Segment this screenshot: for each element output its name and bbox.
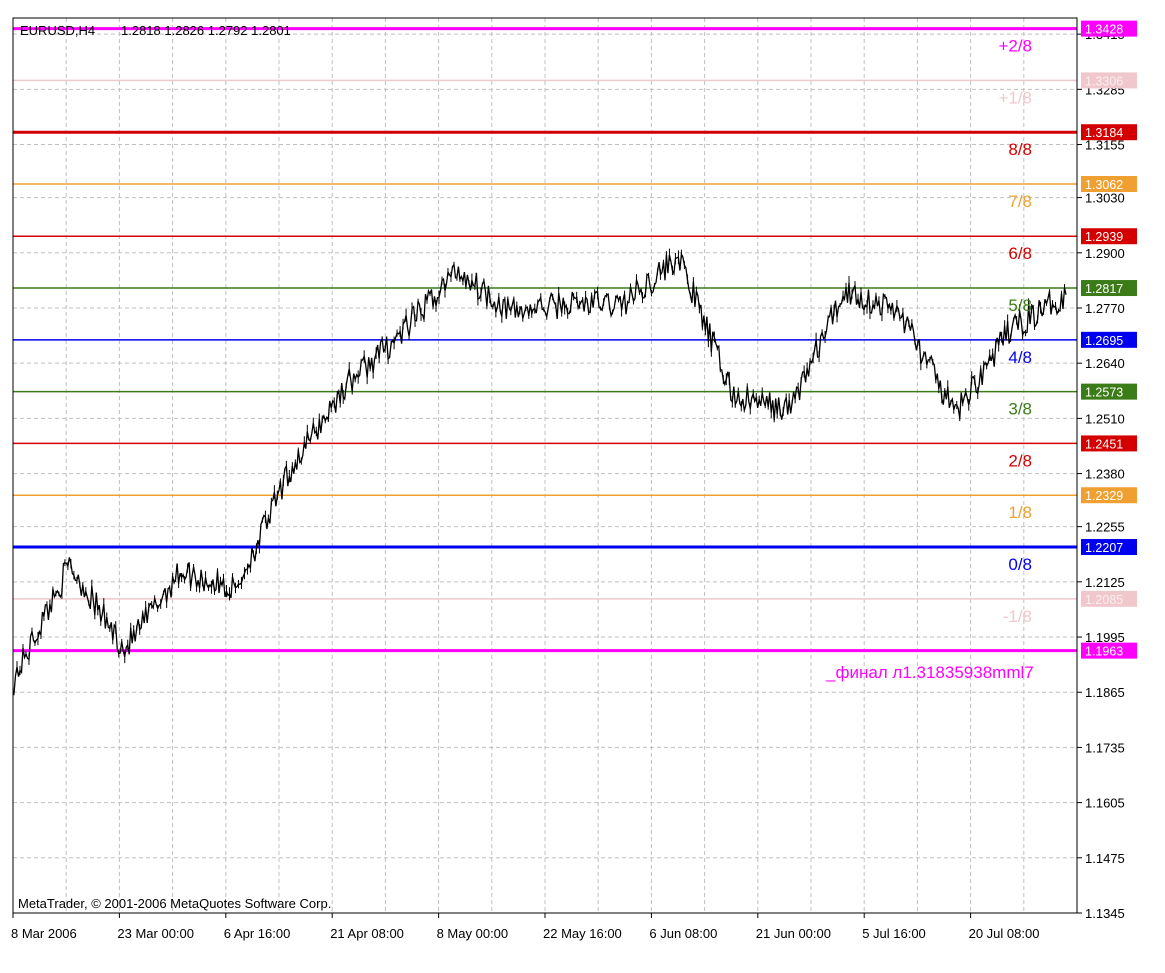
level-fraction-label: 1/8 [1008,503,1032,522]
x-tick-label: 5 Jul 16:00 [862,926,926,941]
chart-header-ohlc: 1.2818 1.2826 1.2792 1.2801 [121,23,291,38]
level-fraction-label: -1/8 [1003,607,1032,626]
x-tick-label: 8 May 00:00 [437,926,509,941]
y-tick-label: 1.2380 [1085,467,1125,482]
y-tick-label: 1.3030 [1085,191,1125,206]
x-tick-label: 22 May 16:00 [543,926,622,941]
level-price-text: 1.2451 [1085,437,1123,451]
level-price-text: 1.2939 [1085,230,1123,244]
level-fraction-label: 0/8 [1008,555,1032,574]
x-tick-label: 20 Jul 08:00 [969,926,1040,941]
copyright-text: MetaTrader, © 2001-2006 MetaQuotes Softw… [18,896,331,911]
level-price-text: 1.3184 [1085,126,1123,140]
chart-header-symbol: EURUSD,H4 [20,23,95,38]
x-tick-label: 6 Jun 08:00 [649,926,717,941]
y-tick-label: 1.1605 [1085,796,1125,811]
level-fraction-label: +2/8 [998,37,1032,56]
y-tick-label: 1.1865 [1085,685,1125,700]
level-price-text: 1.3306 [1085,74,1123,88]
level-price-text: 1.3428 [1085,23,1123,37]
level-fraction-label: 7/8 [1008,192,1032,211]
y-tick-label: 1.2510 [1085,411,1125,426]
y-tick-label: 1.2255 [1085,520,1125,535]
level-price-text: 1.2573 [1085,386,1123,400]
x-tick-label: 21 Apr 08:00 [330,926,404,941]
final-level-label: _финал л1.31835938mml7 [825,663,1034,682]
level-price-text: 1.1963 [1085,645,1123,659]
y-tick-label: 1.1475 [1085,851,1125,866]
level-fraction-label: 2/8 [1008,451,1032,470]
level-fraction-label: 8/8 [1008,140,1032,159]
y-tick-label: 1.2770 [1085,301,1125,316]
level-price-text: 1.2329 [1085,489,1123,503]
level-price-text: 1.2817 [1085,282,1123,296]
x-tick-label: 23 Mar 00:00 [117,926,194,941]
x-tick-label: 8 Mar 2006 [11,926,77,941]
level-fraction-label: 5/8 [1008,296,1032,315]
level-price-text: 1.2085 [1085,593,1123,607]
x-tick-label: 6 Apr 16:00 [224,926,290,941]
level-fraction-label: 3/8 [1008,400,1032,419]
level-price-text: 1.2207 [1085,541,1123,555]
level-price-text: 1.3062 [1085,178,1123,192]
y-tick-label: 1.2125 [1085,575,1125,590]
y-tick-label: 1.2640 [1085,356,1125,371]
x-tick-label: 21 Jun 00:00 [756,926,831,941]
level-price-text: 1.2695 [1085,334,1123,348]
y-tick-label: 1.1735 [1085,740,1125,755]
chart-background [0,0,1165,973]
level-fraction-label: +1/8 [998,88,1032,107]
y-tick-label: 1.1345 [1085,906,1125,921]
price-chart[interactable]: 1.34151.32851.31551.30301.29001.27701.26… [0,0,1165,973]
y-tick-label: 1.2900 [1085,246,1125,261]
level-fraction-label: 4/8 [1008,348,1032,367]
level-fraction-label: 6/8 [1008,244,1032,263]
